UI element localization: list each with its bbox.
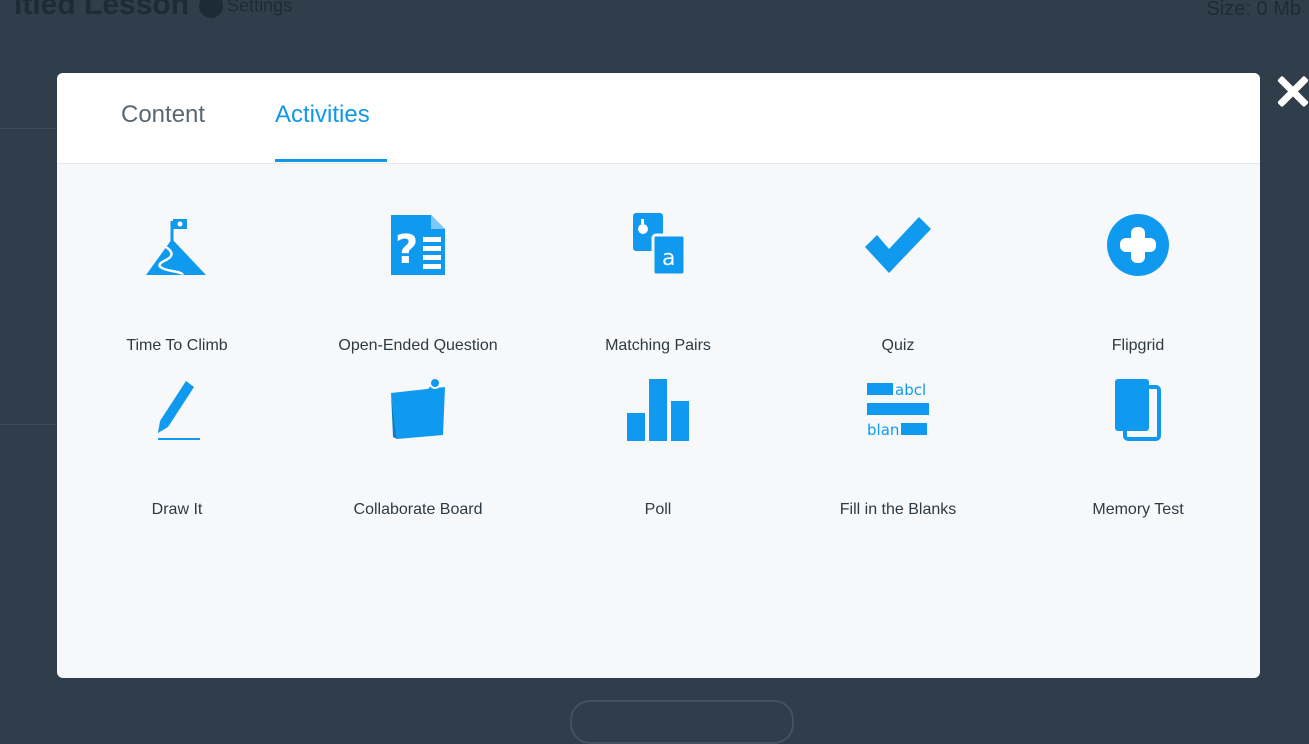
- activity-poll[interactable]: Poll: [558, 377, 758, 518]
- active-tab-indicator: [275, 159, 387, 162]
- activity-memory-test[interactable]: Memory Test: [1038, 377, 1238, 518]
- activity-label: Time To Climb: [126, 337, 228, 354]
- memory-cards-icon: [1103, 377, 1173, 441]
- activity-label: Fill in the Blanks: [839, 501, 957, 518]
- activity-matching-pairs[interactable]: a Matching Pairs: [558, 213, 758, 354]
- settings-link: Settings: [227, 0, 293, 16]
- activity-fill-in-the-blanks[interactable]: abcl blan Fill in the Blanks: [798, 377, 998, 518]
- activity-collaborate-board[interactable]: Collaborate Board: [318, 377, 518, 518]
- activity-flipgrid[interactable]: Flipgrid: [1038, 213, 1238, 354]
- divider: [0, 128, 56, 129]
- tab-content[interactable]: Content: [121, 101, 205, 129]
- lesson-title: itled Lesson Settings: [14, 0, 292, 22]
- plus-circle-icon: [1103, 213, 1173, 277]
- activity-label: Open-Ended Question: [338, 337, 498, 354]
- pencil-icon: [142, 377, 212, 441]
- bar-chart-icon: [623, 377, 693, 441]
- activity-label: Collaborate Board: [353, 501, 483, 518]
- activity-label: Matching Pairs: [605, 337, 711, 354]
- add-activity-modal: Content Activities Time To Climb ? Open-…: [57, 73, 1260, 678]
- pinned-note-icon: [383, 377, 453, 441]
- activity-label: Quiz: [881, 337, 915, 354]
- background-button: [570, 700, 794, 744]
- mountain-flag-icon: [142, 213, 212, 277]
- activity-open-ended-question[interactable]: ? Open-Ended Question: [318, 213, 518, 354]
- svg-text:blan: blan: [867, 421, 899, 439]
- checkmark-icon: [863, 213, 933, 277]
- matching-cards-icon: a: [623, 213, 693, 277]
- activity-quiz[interactable]: Quiz: [798, 213, 998, 354]
- fill-blanks-icon: abcl blan: [863, 377, 933, 441]
- svg-text:?: ?: [395, 227, 418, 273]
- activity-label: Flipgrid: [1111, 337, 1165, 354]
- activity-time-to-climb[interactable]: Time To Climb: [77, 213, 277, 354]
- activity-label: Poll: [644, 501, 672, 518]
- lesson-size: Size: 0 Mb: [1206, 0, 1301, 20]
- activity-label: Memory Test: [1092, 501, 1184, 518]
- activity-label: Draw It: [151, 501, 203, 518]
- help-icon: [199, 0, 224, 19]
- divider: [0, 424, 56, 425]
- svg-text:abcl: abcl: [895, 381, 926, 399]
- svg-text:a: a: [662, 246, 675, 271]
- tab-activities[interactable]: Activities: [275, 101, 370, 129]
- question-document-icon: ?: [383, 213, 453, 277]
- modal-tabs: Content Activities: [57, 73, 1260, 164]
- close-icon[interactable]: [1268, 68, 1309, 116]
- activity-draw-it[interactable]: Draw It: [77, 377, 277, 518]
